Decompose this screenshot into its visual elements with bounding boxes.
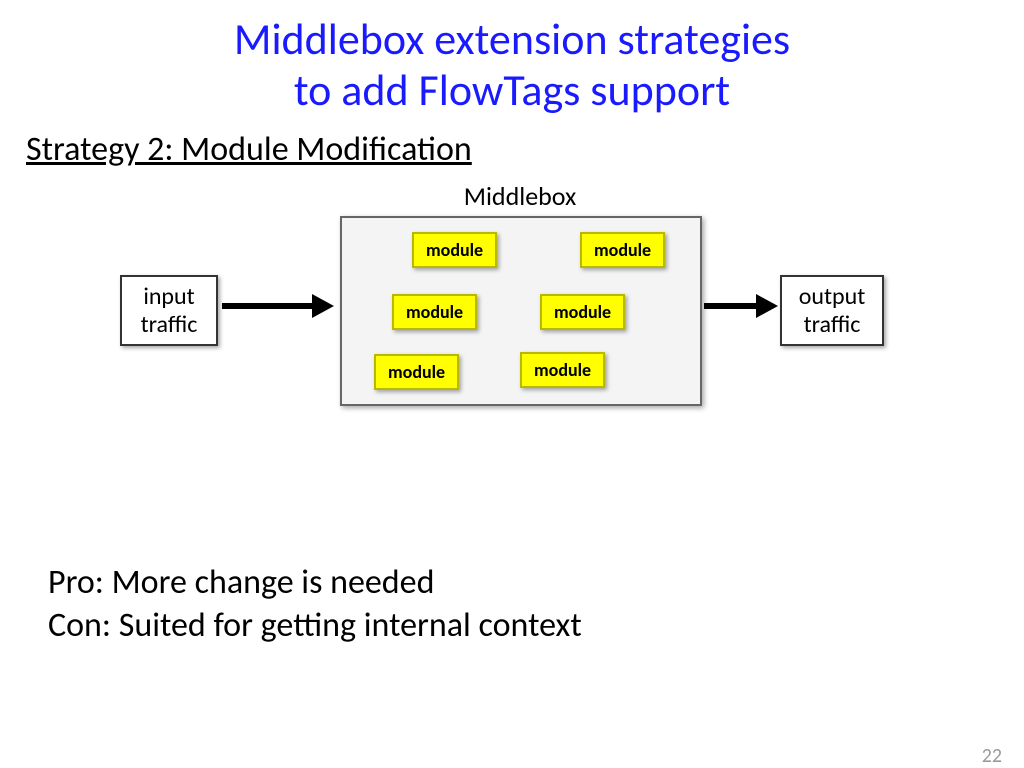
module-box-4: module	[540, 294, 625, 330]
flow-diagram: input traffic Middlebox module module mo…	[0, 170, 1024, 470]
pro-line: Pro: More change is needed	[48, 562, 1024, 605]
input-traffic-label: input traffic	[141, 282, 198, 339]
middlebox-caption: Middlebox	[340, 180, 700, 212]
module-box-6: module	[520, 352, 605, 388]
page-number: 22	[982, 744, 1002, 768]
module-box-3: module	[392, 294, 477, 330]
slide-title: Middlebox extension strategies to add Fl…	[0, 14, 1024, 115]
middlebox-container: module module module module module modul…	[340, 216, 702, 406]
title-line-1: Middlebox extension strategies	[234, 12, 790, 66]
module-box-1: module	[412, 232, 497, 268]
con-line: Con: Suited for getting internal context	[48, 605, 1024, 648]
input-traffic-box: input traffic	[120, 275, 218, 346]
title-line-2: to add FlowTags support	[294, 63, 730, 117]
pro-con-notes: Pro: More change is needed Con: Suited f…	[48, 562, 1024, 647]
module-box-5: module	[374, 354, 459, 390]
strategy-subtitle: Strategy 2: Module Modification	[26, 129, 1024, 170]
output-traffic-box: output traffic	[780, 275, 884, 346]
output-traffic-label: output traffic	[799, 282, 866, 339]
module-box-2: module	[580, 232, 665, 268]
